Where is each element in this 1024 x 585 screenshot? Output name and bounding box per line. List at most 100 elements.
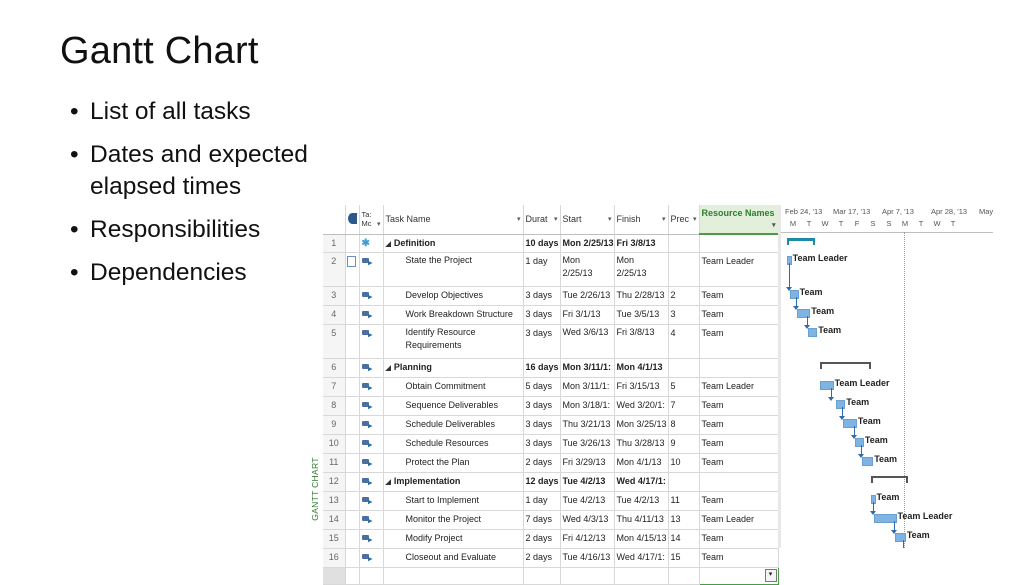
table-row[interactable]: 15 Modify Project 2 days Fri 4/12/13 Mon 4/1…: [323, 529, 779, 549]
table-row[interactable]: 7 Obtain Commitment 5 days Mon 3/11/1: Fri 3…: [323, 377, 779, 397]
row-number[interactable]: 5: [323, 324, 346, 359]
predecessors-cell[interactable]: 7: [668, 396, 700, 416]
duration-cell[interactable]: 10 days: [523, 234, 561, 253]
resource-names-cell[interactable]: Team: [699, 434, 779, 454]
resource-names-cell[interactable]: Team: [699, 453, 779, 473]
row-number[interactable]: 3: [323, 286, 346, 306]
table-row[interactable]: 5 Identify Resource Requirements 3 days Wed…: [323, 324, 779, 359]
start-cell[interactable]: Fri 4/12/13: [560, 529, 615, 549]
resource-names-cell[interactable]: Team: [699, 415, 779, 435]
table-row[interactable]: 6 ◢ Planning 16 days Mon 3/11/1: Mon 4/1/13: [323, 358, 779, 378]
finish-cell[interactable]: Mon 4/1/13: [614, 453, 669, 473]
resource-names-cell[interactable]: Team: [699, 305, 779, 325]
summary-bar[interactable]: [819, 362, 872, 369]
collapse-triangle-icon[interactable]: ◢: [386, 241, 391, 248]
start-cell[interactable]: Thu 3/21/13: [560, 415, 615, 435]
row-number[interactable]: 10: [323, 434, 346, 454]
predecessors-cell[interactable]: 5: [668, 377, 700, 397]
duration-cell[interactable]: 3 days: [523, 324, 561, 359]
row-number[interactable]: 14: [323, 510, 346, 530]
collapse-triangle-icon[interactable]: ◢: [386, 365, 391, 372]
row-number[interactable]: 15: [323, 529, 346, 549]
summary-bar[interactable]: [787, 238, 816, 245]
table-row[interactable]: 3 Develop Objectives 3 days Tue 2/26/13 Thu …: [323, 286, 779, 306]
task-mode-cell[interactable]: [359, 396, 384, 416]
predecessors-cell[interactable]: [668, 252, 700, 287]
task-name-cell[interactable]: Monitor the Project: [383, 510, 524, 530]
task-bar[interactable]: [861, 457, 874, 466]
table-row[interactable]: 12 ◢ Implementation 12 days Tue 4/2/13 Wed 4/…: [323, 472, 779, 492]
finish-cell[interactable]: Tue 4/2/13: [614, 491, 669, 511]
task-bar[interactable]: [854, 438, 864, 447]
resource-names-cell[interactable]: Team: [699, 396, 779, 416]
table-row[interactable]: 2 State the Project 1 day Mon 2/25/13 Mon 2/…: [323, 252, 779, 287]
table-row[interactable]: 1 ✱ ◢ Definition 10 days Mon 2/25/13 Fri 3/8/1…: [323, 234, 779, 253]
timescale-minor[interactable]: M T W T F S S M T W T: [781, 219, 993, 233]
predecessors-cell[interactable]: 15: [668, 548, 700, 568]
predecessors-cell[interactable]: 8: [668, 415, 700, 435]
task-mode-cell[interactable]: [359, 472, 384, 492]
resource-names-cell[interactable]: Team: [699, 548, 779, 568]
task-name-cell[interactable]: ◢ Implementation: [383, 472, 524, 492]
finish-cell[interactable]: Thu 3/28/13: [614, 434, 669, 454]
start-cell[interactable]: Tue 4/2/13: [560, 472, 615, 492]
duration-cell[interactable]: 3 days: [523, 415, 561, 435]
task-name-cell[interactable]: Sequence Deliverables: [383, 396, 524, 416]
row-number[interactable]: 8: [323, 396, 346, 416]
resource-names-cell[interactable]: Team Leader: [699, 510, 779, 530]
duration-cell[interactable]: 2 days: [523, 453, 561, 473]
predecessors-cell[interactable]: 10: [668, 453, 700, 473]
task-bar[interactable]: [808, 328, 818, 337]
resource-names-cell[interactable]: [699, 472, 779, 492]
finish-cell[interactable]: Wed 4/17/1:: [614, 472, 669, 492]
table-row[interactable]: 10 Schedule Resources 3 days Tue 3/26/13 Thu…: [323, 434, 779, 454]
predecessors-cell[interactable]: 11: [668, 491, 700, 511]
row-number[interactable]: 1: [323, 234, 346, 253]
summary-bar[interactable]: [871, 476, 909, 483]
indicators-header[interactable]: [345, 205, 360, 235]
dropdown-button[interactable]: ▾: [764, 568, 777, 582]
start-cell[interactable]: Fri 3/1/13: [560, 305, 615, 325]
task-name-cell[interactable]: Work Breakdown Structure: [383, 305, 524, 325]
duration-cell[interactable]: 3 days: [523, 434, 561, 454]
finish-cell[interactable]: Fri 3/8/13: [614, 324, 669, 359]
finish-cell[interactable]: Fri 3/15/13: [614, 377, 669, 397]
predecessors-cell[interactable]: 14: [668, 529, 700, 549]
duration-cell[interactable]: 2 days: [523, 548, 561, 568]
resource-names-cell[interactable]: Team Leader: [699, 252, 779, 287]
task-bar[interactable]: [894, 533, 906, 542]
collapse-triangle-icon[interactable]: ◢: [386, 479, 391, 486]
row-number[interactable]: 16: [323, 548, 346, 568]
finish-cell[interactable]: Wed 4/17/1:: [614, 548, 669, 568]
predecessors-cell[interactable]: 13: [668, 510, 700, 530]
task-bar[interactable]: [836, 400, 846, 409]
task-name-cell[interactable]: Protect the Plan: [383, 453, 524, 473]
task-mode-cell[interactable]: [359, 324, 384, 359]
predecessors-cell[interactable]: [668, 472, 700, 492]
duration-cell[interactable]: 3 days: [523, 286, 561, 306]
task-mode-cell[interactable]: [359, 305, 384, 325]
task-mode-cell[interactable]: [359, 377, 384, 397]
resource-names-cell[interactable]: [699, 358, 779, 378]
table-row[interactable]: 16 Closeout and Evaluate 2 days Tue 4/16/13…: [323, 548, 779, 568]
start-cell[interactable]: Mon 3/18/1:: [560, 396, 615, 416]
task-mode-cell[interactable]: [359, 434, 384, 454]
duration-cell[interactable]: 3 days: [523, 305, 561, 325]
task-name-cell[interactable]: Schedule Deliverables: [383, 415, 524, 435]
duration-cell[interactable]: 12 days: [523, 472, 561, 492]
task-mode-cell[interactable]: [359, 529, 384, 549]
start-header[interactable]: Start ▾: [560, 205, 615, 235]
table-row[interactable]: 4 Work Breakdown Structure 3 days Fri 3/1/1…: [323, 305, 779, 325]
start-cell[interactable]: Mon 3/11/1:: [560, 358, 615, 378]
row-number[interactable]: 11: [323, 453, 346, 473]
task-name-cell[interactable]: Closeout and Evaluate: [383, 548, 524, 568]
start-cell[interactable]: Tue 4/16/13: [560, 548, 615, 568]
duration-cell[interactable]: 1 day: [523, 252, 561, 287]
table-row[interactable]: 9 Schedule Deliverables 3 days Thu 3/21/13 M…: [323, 415, 779, 435]
start-cell[interactable]: Wed 3/6/13: [560, 324, 615, 359]
resource-names-cell[interactable]: Team: [699, 491, 779, 511]
finish-cell[interactable]: Mon 3/25/13: [614, 415, 669, 435]
table-row[interactable]: 14 Monitor the Project 7 days Wed 4/3/13 Thu…: [323, 510, 779, 530]
start-cell[interactable]: Fri 3/29/13: [560, 453, 615, 473]
task-name-cell[interactable]: Identify Resource Requirements: [383, 324, 524, 359]
